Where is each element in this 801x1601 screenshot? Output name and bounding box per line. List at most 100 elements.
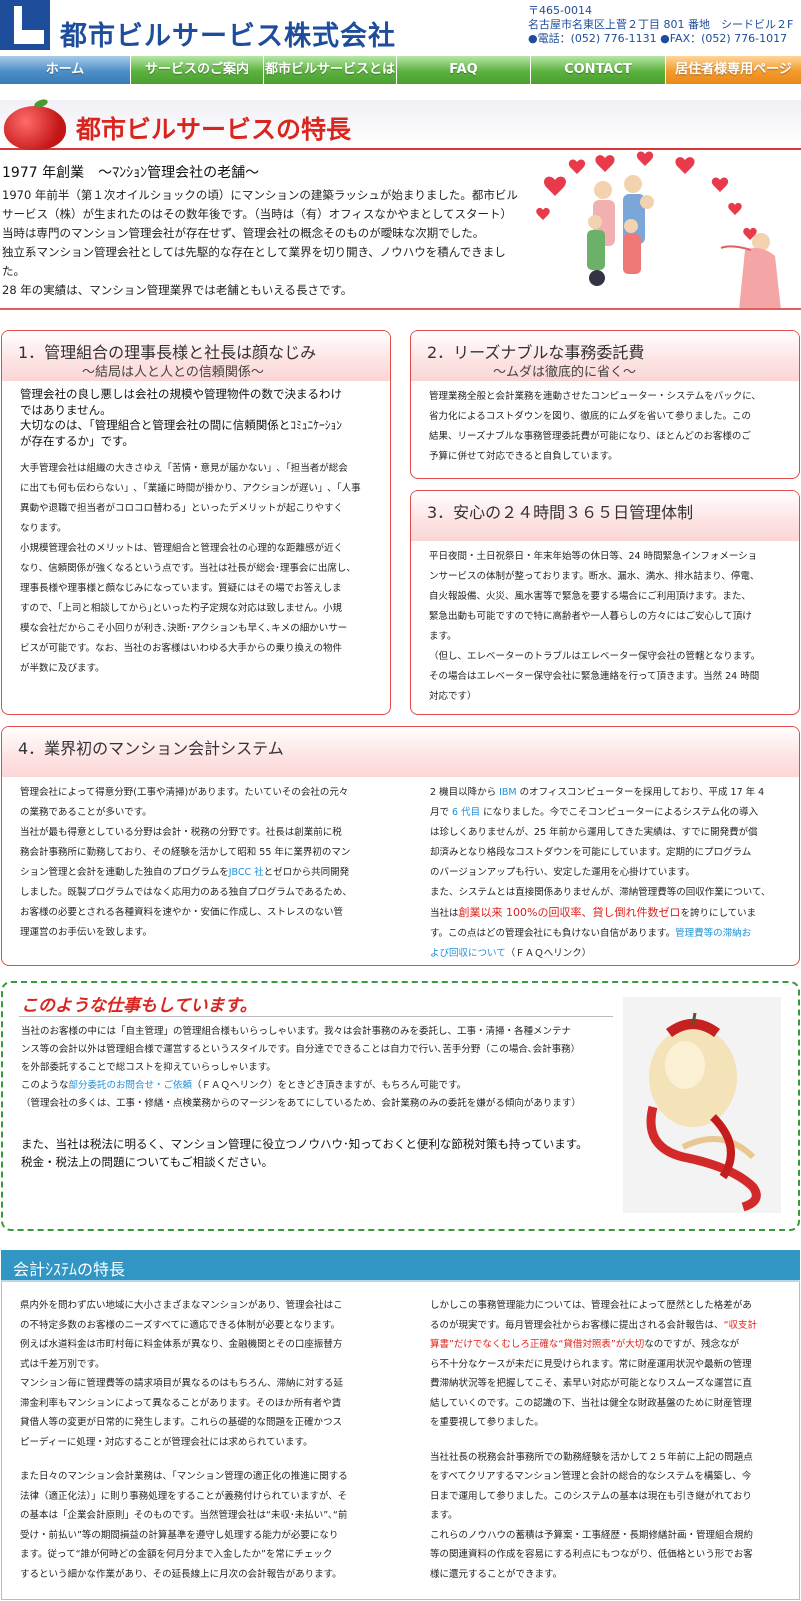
body-line: 模な会社だからこそ小回りが利き､決断･アクションも早く､キメの細かいサー (20, 623, 348, 634)
body-line: 管理会社によって得意分野(工事や清掃)があります。たいていその会社の元々 (20, 787, 349, 798)
body-line: ピーディーに処理・対応することが管理会社には求められています。 (20, 1436, 313, 1448)
nav-services[interactable]: サービスのご案内 (131, 56, 264, 84)
body-line: （管理会社の多くは、工事・修繕・点検業務からのマージンをあてにしているため、会計… (21, 1098, 581, 1109)
body-line: よび回収について（ＦＡＱへリンク） (430, 944, 790, 964)
box-header: 1．管理組合の理事長様と社長は顔なじみ ～結局は人と人との信頼関係～ (2, 331, 390, 381)
body-line: は珍しくありませんが、25 年前から運用してきた実績は、すでに開発費が償 (430, 827, 758, 838)
accounting-header: 会計ｼｽﾃﾑの特長 (1, 1250, 800, 1282)
tax-advice-text: また、当社は税法に明るく、マンション管理に役立つノウハウ･知っておくと便利な節税… (21, 1135, 621, 1171)
body-line: また、当社は税法に明るく、マンション管理に役立つノウハウ･知っておくと便利な節税… (21, 1137, 588, 1151)
nav-contact[interactable]: CONTACT (531, 56, 666, 84)
box-subtitle: ～結局は人と人との信頼関係～ (82, 365, 264, 380)
body-line: すので、｢上司と相談してから｣といった杓子定規な対応は致しません。小規 (20, 603, 343, 614)
intro-line: サービス（株）が生まれたのはその数年後です。（当時は（有）オフィスなかやまとして… (2, 207, 513, 221)
faq-arrears-link-cont[interactable]: よび回収について (430, 948, 506, 959)
body-line: るのが現実です。毎月管理会社からお客様に提出される会計報告は、“収支計 (430, 1316, 782, 1336)
body-line: なります。 (20, 523, 67, 534)
box-title: 1．管理組合の理事長様と社長は顔なじみ (18, 343, 317, 362)
body-line: 2 機目以降から IBM のオフィスコンピューターを採用しており、平成 17 年… (430, 783, 790, 803)
site-header: 都市ビルサービス株式会社 〒465-0014 名古屋市名東区上菅２丁目 801 … (0, 0, 801, 56)
body-line: 算書”だけでなくむしろ正確な“貸借対照表”が大切なのですが、残念なが (430, 1335, 782, 1355)
box-header: 4．業界初のマンション会計システム (2, 727, 799, 777)
body-line: ンサービスの体制が整っております。断水、漏水、満水、排水詰まり、停電、 (429, 571, 760, 582)
nav-resident-page[interactable]: 居住者様専用ページ (666, 56, 801, 84)
body-line: 理事長様や理事様と顔なじみになっています。質疑にはその場でお答えしま (20, 583, 342, 594)
divider (19, 1016, 613, 1017)
intro-line: 28 年の実績は、マンション管理業界では老舗ともいえる長さです。 (2, 283, 353, 297)
body-line: また、システムとは直接関係ありませんが、滞納管理費等の回収作業について、 (430, 887, 771, 898)
text: 当社は (430, 908, 459, 919)
body-line: 結していくのです。この認識の下、当社は健全な財政基盤のために財産管理 (430, 1397, 752, 1409)
work-text: 当社のお客様の中には「自主管理」の管理組合様もいらっしゃいます。我々は会計事務の… (21, 1023, 611, 1113)
body-line: ション管理と会計を連動した独自のプログラムをJBCC 社とゼロから共同開発 (20, 863, 380, 883)
text: を誇りにしていま (680, 908, 757, 919)
text: るのが現実です。毎月管理会社からお客様に提出される会計報告は、 (430, 1319, 724, 1331)
feature-box-24h: 3．安心の２４時間３６５日管理体制 平日夜間・土日祝祭日・年末年始等の休日等、2… (410, 490, 800, 715)
intro-line: 1970 年前半（第１次オイルショックの頃）にマンションの建築ラッシュが始まりま… (2, 188, 518, 202)
body-line: を外部委託することで総コストを抑えていらっしゃいます。 (21, 1062, 276, 1073)
main-nav: ホーム サービスのご案内 都市ビルサービスとは FAQ CONTACT 居住者様… (0, 56, 801, 84)
text: ション管理と会計を連動した独自のプログラムを (20, 867, 229, 878)
body-line: 却済みとなり格段なコストダウンを可能にしています。定期的にプログラム (430, 847, 752, 858)
collection-rate-highlight: 創業以来 100%の回収率、貸し倒れ件数ゼロ (458, 906, 681, 919)
company-name: 都市ビルサービス株式会社 (60, 21, 396, 52)
intro-line: 当時は専門のマンション管理会社が存在せず、管理会社の概念そのものが曖昧な次期でし… (2, 226, 485, 240)
body-line: 当社が最も得意としている分野は会計・税務の分野です。社長は創業前に税 (20, 827, 342, 838)
body-line: ます。従って“誰が何時どの金額を何月分まで入金したか”を常にチェック (20, 1549, 333, 1560)
lead-line: 大切なのは、「管理組合と管理会社の間に信頼関係とｺﾐｭﾆｹｰｼｮﾝ (20, 418, 342, 432)
body-line: 県内外を問わず広い地域に大小さまざまなマンションがあり、管理会社はこ (20, 1300, 343, 1311)
balance-sheet-highlight: 算書”だけでなくむしろ正確な“貸借対照表”が大切 (430, 1339, 645, 1350)
body-line: の基本は「企業会計原則」そのものです。当然管理会社は“未収･未払い”､“前 (20, 1510, 348, 1521)
body-line: 自火報設備、火災、風水害等で緊急を要する場合にご利用頂けます。また、 (429, 591, 751, 602)
lead-line: ではありません。 (20, 402, 112, 417)
body-line: す。この点はどの管理会社にも負けない自信があります。管理費等の滞納お (430, 924, 790, 944)
body-line: 当社社長の税務会計事務所での勤務経験を活かして２５年前に上記の問題点 (430, 1451, 753, 1463)
intro-heading: 1977 年創業 ～ﾏﾝｼｮﾝ管理会社の老舗～ (2, 165, 260, 181)
box-lead-text: 管理会社の良し悪しは会社の規模や管理物件の数で決まるわけ ではありません。 大切… (20, 387, 380, 449)
body-line: 理運営のお手伝いを致します。 (20, 927, 153, 938)
text: （ＦＡＱへリンク） (505, 948, 592, 959)
body-line: また日々のマンション会計業務は、「マンション管理の適正化の推進に関する (20, 1471, 348, 1482)
partial-outsourcing-link[interactable]: 部分委託のお問合せ・ご依頼 (69, 1080, 193, 1091)
income-statement-highlight: “収支計 (723, 1319, 757, 1331)
ibm-link[interactable]: IBM (499, 787, 517, 798)
box-body-text: 平日夜間・土日祝祭日・年末年始等の休日等、24 時間緊急インフォメーショ ンサー… (429, 547, 791, 707)
address-block: 〒465-0014 名古屋市名東区上菅２丁目 801 番地 シードビル２F ●電… (528, 4, 793, 46)
nav-home[interactable]: ホーム (0, 56, 131, 84)
peeled-apple-image (623, 997, 781, 1213)
body-line: ら不十分なケースが未だに見受けられます。常に財産運用状況や最新の管理 (430, 1358, 752, 1370)
features-title: 都市ビルサービスの特長 (76, 115, 352, 144)
body-line: 日まで運用して参りました。このシステムの基本は現在も引き継がれており (430, 1490, 752, 1502)
body-line: マンション毎に管理費等の請求項目が異なるのはもちろん、滞納に対する延 (20, 1378, 344, 1389)
body-line: しました。既製プログラムではなく応用力のある独自プログラムであるため、 (20, 887, 352, 898)
body-line: をすべてクリアするマンション管理と会計の総合的なシステムを構築し、今 (430, 1471, 752, 1482)
text: になりました。今でこそコンピューターによるシステム化の導入 (483, 807, 759, 818)
text: なのですが、残念なが (644, 1339, 740, 1350)
other-work-section: このような仕事もしています。 当社のお客様の中には「自主管理」の管理組合様もいら… (1, 981, 800, 1231)
nav-faq[interactable]: FAQ (397, 56, 531, 84)
body-line: 務会計事務所に勤務しており、その経験を活かして昭和 55 年に業界初のマン (20, 847, 351, 858)
phone-fax: ●電話：(052) 776-1131 ●FAX：(052) 776-1017 (528, 32, 788, 45)
body-line: 例えば水道料金は市町村毎に料金体系が異なり、金融機関とその口座振替方 (20, 1339, 343, 1350)
body-line: のバージョンアップも行い、安定した運用を心掛けています。 (430, 867, 695, 878)
text: このような (21, 1080, 69, 1091)
body-line: 滞金利率もマンションによって異なることがあります。そのほか所有者や賃 (20, 1397, 342, 1409)
body-line: その場合はエレベーター保守会社に緊急連絡を行って頂きます。当然 24 時間 (429, 671, 760, 682)
body-line: 等の関連資料の作成を容易にする利点にもつながり、低価格という形でお客 (430, 1549, 753, 1560)
body-line: これらのノウハウの蓄積は予算案・工事経歴・長期修繕計画・管理組合規約 (430, 1529, 754, 1541)
body-line: 当社のお客様の中には「自主管理」の管理組合様もいらっしゃいます。我々は会計事務の… (21, 1026, 572, 1037)
lead-line: 管理会社の良し悪しは会社の規模や管理物件の数で決まるわけ (20, 387, 342, 401)
nav-about[interactable]: 都市ビルサービスとは (264, 56, 397, 84)
body-line: 大手管理会社は組織の大きさゆえ「苦情・意見が届かない」､「担当者が総会 (20, 463, 348, 474)
family-illustration (536, 151, 781, 310)
body-line: （但し、エレベーターのトラブルはエレベーター保守会社の管轄となります。 (429, 651, 761, 662)
company-logo[interactable] (0, 0, 50, 50)
jbcc-link[interactable]: JBCC 社 (229, 867, 264, 878)
body-line: 結果、リーズナブルな事務管理委託費が可能になり、ほとんどのお客様のご (429, 431, 751, 442)
accounting-body: 県内外を問わず広い地域に大小さまざまなマンションがあり、管理会社はこ の不特定多… (1, 1282, 800, 1600)
body-line: 貸借人等の変更が日常的に発生します。これらの基礎的な問題を正確かつス (20, 1417, 343, 1428)
generation-link[interactable]: 6 代目 (452, 807, 480, 818)
body-line: 税金・税法上の問題についてもご相談ください。 (21, 1155, 274, 1169)
faq-arrears-link[interactable]: 管理費等の滞納お (675, 928, 751, 939)
